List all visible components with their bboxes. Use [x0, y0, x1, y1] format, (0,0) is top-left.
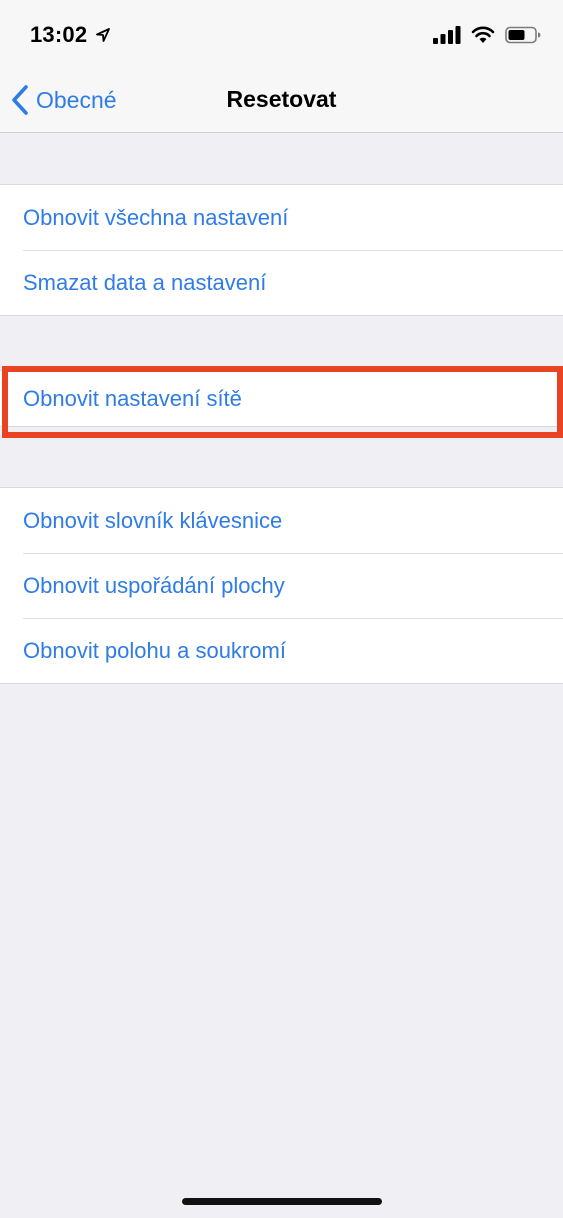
- reset-group-2: Obnovit nastavení sítě: [0, 370, 563, 427]
- reset-all-settings-row[interactable]: Obnovit všechna nastavení: [0, 185, 563, 250]
- wifi-icon: [471, 26, 495, 43]
- battery-icon: [505, 26, 541, 44]
- navigation-bar: Obecné Resetovat: [0, 70, 563, 133]
- row-label: Obnovit polohu a soukromí: [23, 637, 286, 663]
- row-label: Obnovit nastavení sítě: [23, 385, 242, 411]
- reset-network-settings-row[interactable]: Obnovit nastavení sítě: [0, 371, 563, 426]
- status-icons: [433, 22, 541, 48]
- cellular-signal-icon: [433, 26, 461, 44]
- reset-location-privacy-row[interactable]: Obnovit polohu a soukromí: [0, 618, 563, 683]
- row-label: Obnovit uspořádání plochy: [23, 572, 285, 598]
- home-indicator[interactable]: [182, 1198, 382, 1205]
- location-arrow-icon: [96, 28, 111, 42]
- reset-group-1: Obnovit všechna nastavení Smazat data a …: [0, 184, 563, 316]
- status-time-wrap: 13:02: [30, 20, 111, 50]
- row-label: Smazat data a nastavení: [23, 269, 267, 295]
- reset-group-3: Obnovit slovník klávesnice Obnovit uspoř…: [0, 487, 563, 684]
- page-title: Resetovat: [226, 86, 337, 112]
- status-time: 13:02: [30, 22, 88, 47]
- erase-data-and-settings-row[interactable]: Smazat data a nastavení: [0, 250, 563, 315]
- status-bar: 13:02: [0, 0, 563, 70]
- reset-home-screen-layout-row[interactable]: Obnovit uspořádání plochy: [0, 553, 563, 618]
- reset-keyboard-dictionary-row[interactable]: Obnovit slovník klávesnice: [0, 488, 563, 553]
- row-label: Obnovit všechna nastavení: [23, 204, 289, 230]
- row-label: Obnovit slovník klávesnice: [23, 507, 283, 533]
